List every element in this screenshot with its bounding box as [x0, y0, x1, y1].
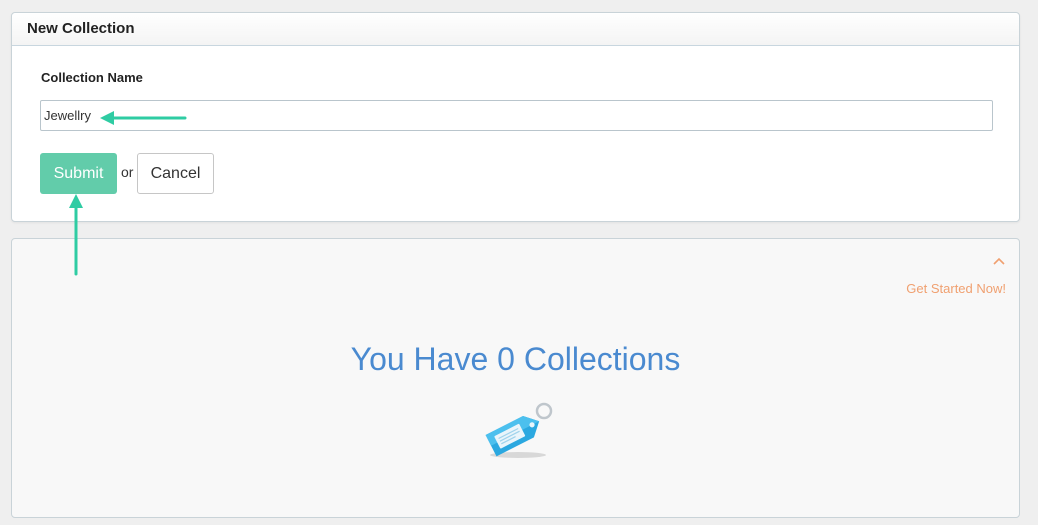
- collection-name-label: Collection Name: [41, 70, 143, 85]
- chevron-up-icon[interactable]: [991, 253, 1007, 269]
- page: New Collection Collection Name Submit or…: [0, 0, 1038, 525]
- collections-panel: Get Started Now! You Have 0 Collections: [11, 238, 1020, 518]
- collection-name-input[interactable]: [40, 100, 993, 131]
- get-started-link[interactable]: Get Started Now!: [906, 281, 1006, 296]
- submit-button[interactable]: Submit: [40, 153, 117, 194]
- new-collection-panel: New Collection Collection Name Submit or…: [11, 12, 1020, 222]
- or-separator: or: [121, 164, 134, 180]
- empty-collections-message: You Have 0 Collections: [350, 341, 681, 377]
- panel-title: New Collection: [12, 13, 1019, 46]
- tag-icon: [480, 401, 560, 463]
- cancel-button[interactable]: Cancel: [137, 153, 214, 194]
